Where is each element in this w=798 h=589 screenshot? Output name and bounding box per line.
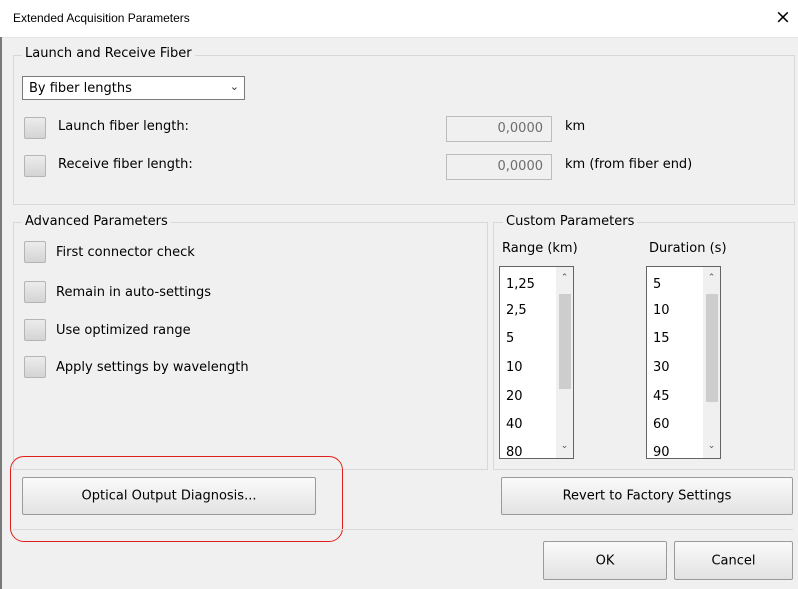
wavelength-checkbox[interactable] xyxy=(24,356,46,378)
chevron-down-icon: ⌄ xyxy=(229,80,239,93)
list-item[interactable]: 80 xyxy=(506,445,523,458)
advanced-legend: Advanced Parameters xyxy=(22,214,171,229)
receive-fiber-label: Receive fiber length: xyxy=(58,157,193,172)
fiber-mode-select[interactable]: By fiber lengths ⌄ xyxy=(22,76,245,100)
range-scroll-thumb[interactable] xyxy=(559,294,571,389)
wavelength-label: Apply settings by wavelength xyxy=(56,360,249,375)
scroll-up-icon[interactable]: ⌃ xyxy=(703,273,720,283)
range-listbox[interactable]: 1,25 2,5 5 10 20 40 80 ⌃ ⌄ xyxy=(499,266,574,459)
duration-header: Duration (s) xyxy=(649,241,727,256)
auto-settings-checkbox[interactable] xyxy=(24,281,46,303)
list-item[interactable]: 5 xyxy=(506,331,514,346)
window-edge xyxy=(0,37,2,589)
launch-fiber-label: Launch fiber length: xyxy=(58,119,189,134)
scroll-down-icon[interactable]: ⌄ xyxy=(556,441,573,451)
list-item[interactable]: 45 xyxy=(653,389,670,404)
receive-fiber-checkbox[interactable] xyxy=(24,155,46,177)
list-item[interactable]: 10 xyxy=(653,303,670,318)
footer-separator xyxy=(13,529,793,530)
list-item[interactable]: 10 xyxy=(506,360,523,375)
list-item[interactable]: 1,25 xyxy=(506,277,535,292)
range-header: Range (km) xyxy=(502,241,578,256)
first-connector-checkbox[interactable] xyxy=(24,241,46,263)
title-bar: Extended Acquisition Parameters × xyxy=(0,0,798,38)
revert-factory-settings-label: Revert to Factory Settings xyxy=(562,488,732,504)
list-item[interactable]: 90 xyxy=(653,445,670,458)
ok-label: OK xyxy=(595,553,615,568)
list-item[interactable]: 15 xyxy=(653,331,670,346)
list-item[interactable]: 2,5 xyxy=(506,303,527,318)
scroll-down-icon[interactable]: ⌄ xyxy=(703,441,720,451)
list-item[interactable]: 40 xyxy=(506,417,523,432)
duration-listbox[interactable]: 5 10 15 30 45 60 90 ⌃ ⌄ xyxy=(646,266,721,459)
close-icon[interactable]: × xyxy=(772,6,794,28)
launch-fiber-unit: km xyxy=(565,119,586,134)
dialog-title: Extended Acquisition Parameters xyxy=(13,11,190,25)
optimized-range-checkbox[interactable] xyxy=(24,319,46,341)
list-item[interactable]: 60 xyxy=(653,417,670,432)
list-item[interactable]: 30 xyxy=(653,360,670,375)
launch-receive-legend: Launch and Receive Fiber xyxy=(22,46,195,61)
first-connector-label: First connector check xyxy=(56,245,195,260)
launch-fiber-length-field[interactable]: 0,0000 xyxy=(446,116,552,142)
revert-factory-settings-button[interactable]: Revert to Factory Settings xyxy=(501,477,793,515)
list-item[interactable]: 5 xyxy=(653,277,661,292)
receive-fiber-length-field[interactable]: 0,0000 xyxy=(446,154,552,180)
cancel-button[interactable]: Cancel xyxy=(674,541,793,580)
optimized-range-label: Use optimized range xyxy=(56,323,191,338)
ok-button[interactable]: OK xyxy=(543,541,667,580)
range-scrollbar[interactable]: ⌃ ⌄ xyxy=(556,267,573,458)
duration-scroll-thumb[interactable] xyxy=(706,294,718,402)
list-item[interactable]: 20 xyxy=(506,389,523,404)
custom-legend: Custom Parameters xyxy=(503,214,638,229)
launch-fiber-checkbox[interactable] xyxy=(24,117,46,139)
auto-settings-label: Remain in auto-settings xyxy=(56,285,212,300)
fiber-mode-value: By fiber lengths xyxy=(29,81,132,96)
scroll-up-icon[interactable]: ⌃ xyxy=(556,273,573,283)
cancel-label: Cancel xyxy=(711,553,756,568)
duration-scrollbar[interactable]: ⌃ ⌄ xyxy=(703,267,720,458)
receive-fiber-unit: km (from fiber end) xyxy=(565,157,693,172)
